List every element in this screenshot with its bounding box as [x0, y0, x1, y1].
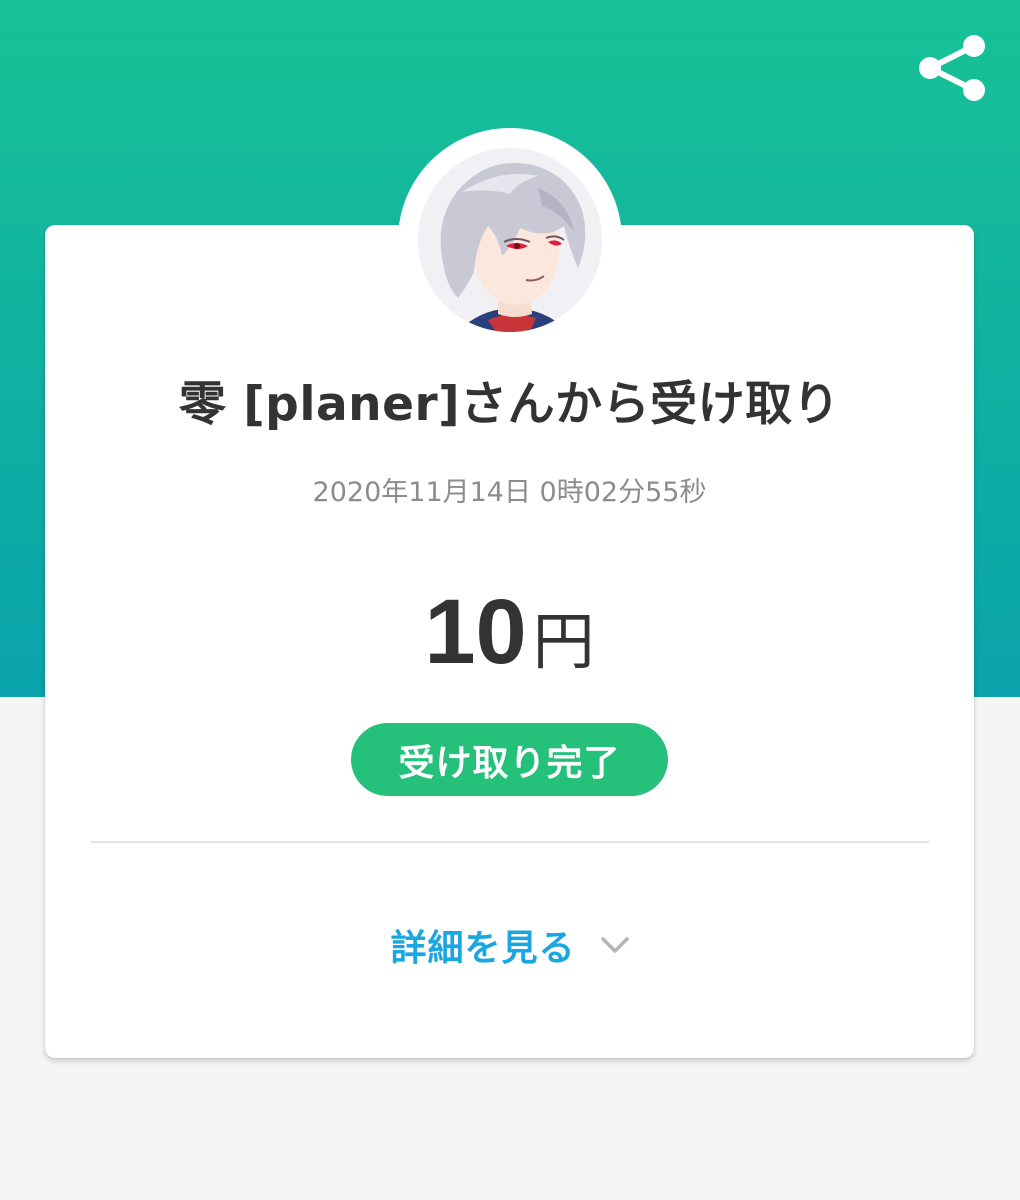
- view-details-label: 詳細を見る: [390, 928, 576, 969]
- share-button[interactable]: [908, 26, 996, 110]
- amount-value: 10: [424, 581, 527, 683]
- user-avatar: [418, 148, 602, 332]
- amount-unit: 円: [532, 605, 595, 678]
- receipt-title: 零 [planer]さんから受け取り: [178, 377, 841, 432]
- status-badge: 受け取り完了: [351, 723, 668, 796]
- chevron-down-icon: [600, 935, 630, 955]
- share-icon: [919, 35, 985, 101]
- receipt-timestamp: 2020年11月14日 0時02分55秒: [312, 477, 707, 508]
- divider: [91, 841, 929, 843]
- avatar: [418, 148, 602, 332]
- received-amount: 10円: [45, 580, 974, 685]
- view-details-button[interactable]: 詳細を見る: [370, 915, 650, 975]
